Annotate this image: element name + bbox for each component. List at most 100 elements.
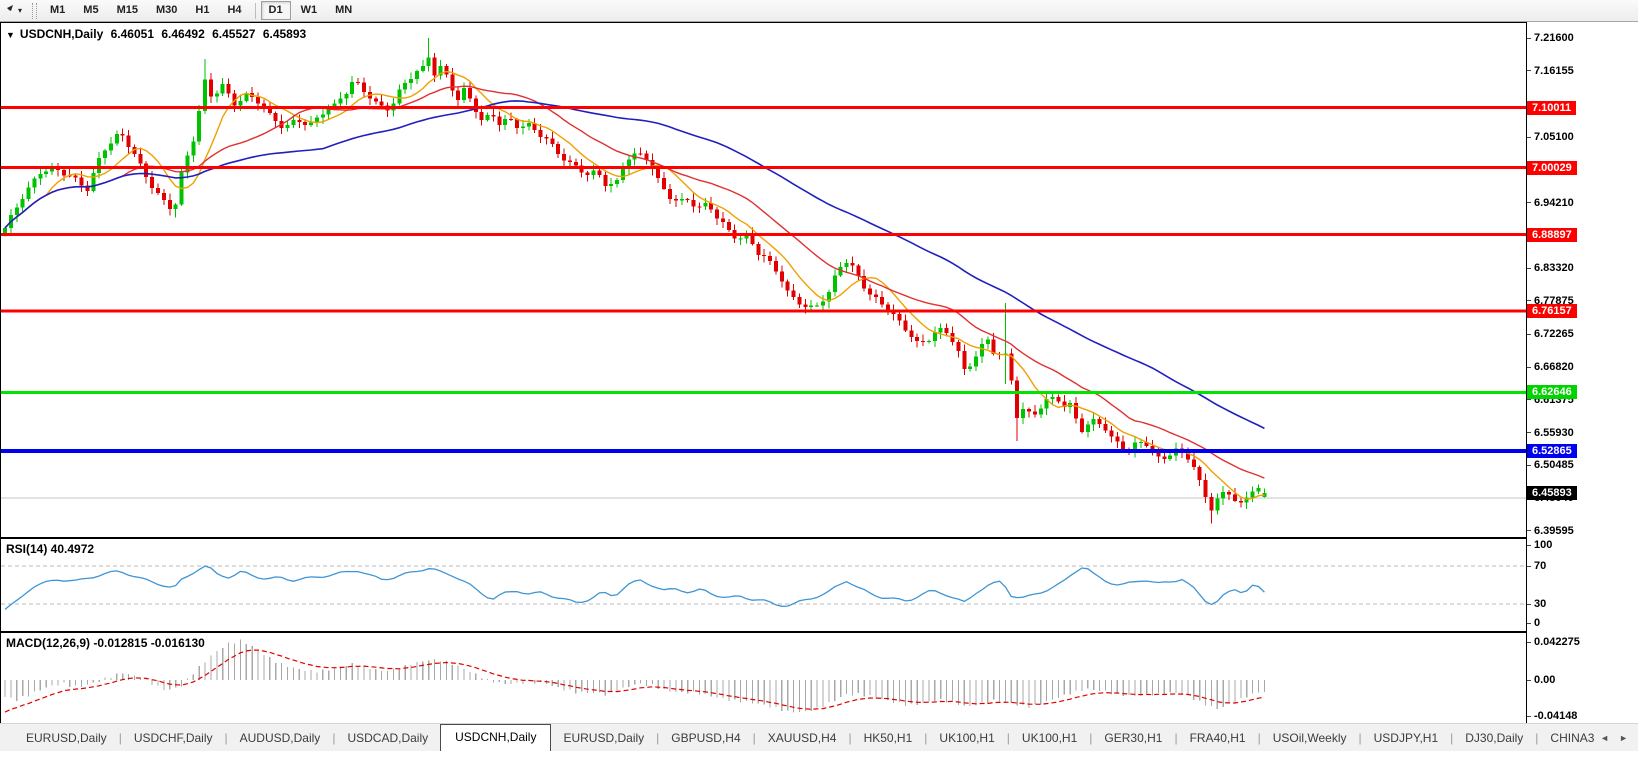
chart-tab-usdjpy-h1[interactable]: USDJPY,H1 — [1362, 726, 1450, 750]
timeframe-button-h4[interactable]: H4 — [219, 1, 249, 20]
rsi-tick: 30 — [1527, 597, 1546, 611]
tab-scroll-arrows: ◄ ► — [1594, 724, 1634, 751]
chart-tab-uk100-h1[interactable]: UK100,H1 — [927, 726, 1006, 750]
ohlc-open: 6.46051 — [110, 27, 155, 41]
price-tick-label: 6.50485 — [1534, 459, 1574, 472]
price-tick-label: 7.05100 — [1534, 131, 1574, 144]
timeframe-button-m15[interactable]: M15 — [109, 1, 146, 20]
chart-tab-xauusd-h4[interactable]: XAUUSD,H4 — [756, 726, 849, 750]
price-tick: 7.05100 — [1527, 130, 1574, 144]
tick-dash — [1527, 603, 1531, 605]
tick-dash — [1527, 622, 1531, 624]
tick-dash — [1527, 679, 1531, 681]
timeframe-button-h1[interactable]: H1 — [187, 1, 217, 20]
chart-tab-eurusd-daily[interactable]: EURUSD,Daily — [14, 726, 119, 750]
chart-tab-eurusd-daily[interactable]: EURUSD,Daily — [551, 726, 656, 750]
chart-tab-audusd-daily[interactable]: AUDUSD,Daily — [228, 726, 333, 750]
price-line-badge: 6.88897 — [1527, 227, 1577, 242]
trading-terminal-window: ▾ M1 M5 M15 M30 H1 H4 D1 W1 MN ▼ USDCNH,Daily 6.4… — [0, 0, 1638, 773]
price-tick-label: 6.94210 — [1534, 196, 1574, 209]
tick-dash — [1527, 715, 1531, 717]
tick-dash — [1527, 136, 1531, 138]
chart-tab-usdcad-daily[interactable]: USDCAD,Daily — [335, 726, 440, 750]
rsi-tick-label: 100 — [1534, 539, 1553, 551]
price-tick-label: 7.21600 — [1534, 32, 1574, 44]
rsi-tick-label: 0 — [1534, 617, 1541, 629]
tick-dash — [1527, 300, 1531, 302]
rsi-indicator-label: RSI(14) 40.4972 — [6, 542, 95, 556]
price-tick: 6.72265 — [1527, 327, 1574, 341]
chart-tab-usoil-weekly[interactable]: USOil,Weekly — [1261, 726, 1359, 750]
toolbar-divider — [254, 2, 256, 19]
chart-tab-usdchf-daily[interactable]: USDCHF,Daily — [122, 726, 225, 750]
rsi-tick: 0 — [1527, 616, 1540, 630]
timeframe-button-m30[interactable]: M30 — [148, 1, 185, 20]
tick-dash — [1527, 464, 1531, 466]
macd-chart-canvas[interactable] — [0, 632, 1527, 726]
toolbar-grip — [32, 2, 38, 19]
price-tick: 6.39595 — [1527, 524, 1574, 538]
tick-dash — [1527, 530, 1531, 532]
price-tick: 6.66820 — [1527, 360, 1574, 374]
rsi-tick-label: 30 — [1534, 598, 1547, 610]
price-line-badge: 6.52865 — [1527, 444, 1577, 459]
rsi-tick: 70 — [1527, 559, 1546, 573]
price-tick: 6.83320 — [1527, 261, 1574, 275]
rsi-tick-label: 70 — [1534, 560, 1547, 572]
macd-tick-label: 0.00 — [1534, 674, 1556, 686]
tick-dash — [1527, 641, 1531, 643]
scroll-right-icon[interactable]: ► — [1619, 733, 1628, 743]
macd-tick: -0.04148 — [1527, 709, 1577, 723]
timeframe-button-mn[interactable]: MN — [327, 1, 360, 20]
price-line-badge: 7.10011 — [1527, 100, 1577, 115]
chart-tab-hk50-h1[interactable]: HK50,H1 — [852, 726, 925, 750]
chart-tab-gbpusd-h4[interactable]: GBPUSD,H4 — [659, 726, 752, 750]
chart-tab-bar: EURUSD,Daily | USDCHF,Daily | AUDUSD,Daily | U… — [0, 723, 1638, 751]
price-tick: 6.50485 — [1527, 458, 1574, 472]
chart-tab-fra40-h1[interactable]: FRA40,H1 — [1178, 726, 1258, 750]
chart-symbol-label: USDCNH,Daily — [19, 27, 104, 41]
tick-dash — [1527, 37, 1531, 39]
chart-tab-dj30-daily[interactable]: DJ30,Daily — [1453, 726, 1535, 750]
chart-tab-uk100-h1[interactable]: UK100,H1 — [1010, 726, 1089, 750]
price-tick-label: 6.83320 — [1534, 262, 1574, 275]
tick-dash — [1527, 544, 1531, 546]
price-tick: 7.21600 — [1527, 31, 1574, 45]
price-chart-canvas[interactable] — [0, 22, 1527, 538]
price-axis: 7.21600 7.16155 7.05100 6.94210 6.83320 6.778… — [1527, 22, 1638, 726]
price-line-badge: 6.76157 — [1527, 304, 1577, 319]
tick-dash — [1527, 432, 1531, 434]
tick-dash — [1527, 267, 1531, 269]
timeframe-buttons: M1 M5 M15 M30 H1 H4 D1 W1 MN — [41, 0, 361, 21]
tick-dash — [1527, 565, 1531, 567]
timeframe-toolbar: ▾ M1 M5 M15 M30 H1 H4 D1 W1 MN — [0, 0, 1638, 22]
ohlc-close: 6.45893 — [262, 27, 307, 41]
macd-tick-label: -0.04148 — [1534, 710, 1578, 722]
price-line-badge: 7.00029 — [1527, 160, 1577, 175]
ohlc-high: 6.46492 — [161, 27, 205, 41]
tick-dash — [1527, 333, 1531, 335]
chart-title: ▼ USDCNH,Daily 6.46051 6.46492 6.45527 6.… — [6, 27, 310, 41]
rsi-chart-canvas[interactable] — [0, 538, 1527, 632]
chart-tab-ger30-h1[interactable]: GER30,H1 — [1092, 726, 1174, 750]
pointer-icon — [3, 5, 13, 16]
chevron-down-icon: ▾ — [18, 5, 23, 15]
timeframe-button-w1[interactable]: W1 — [293, 1, 326, 20]
price-tick: 7.16155 — [1527, 64, 1574, 78]
timeframe-button-m1[interactable]: M1 — [42, 1, 73, 20]
macd-tick-label: 0.042275 — [1534, 636, 1580, 648]
timeframe-button-d1[interactable]: D1 — [260, 0, 291, 21]
price-tick-label: 6.66820 — [1534, 361, 1574, 374]
scroll-left-icon[interactable]: ◄ — [1600, 733, 1609, 743]
tick-dash — [1527, 70, 1531, 72]
chart-pointer-tool-icon[interactable]: ▾ — [0, 0, 28, 21]
timeframe-button-m5[interactable]: M5 — [75, 1, 106, 20]
price-line-badge: 6.62646 — [1527, 385, 1577, 400]
tick-dash — [1527, 366, 1531, 368]
tick-dash — [1527, 399, 1531, 401]
price-tick-label: 6.55930 — [1534, 426, 1574, 439]
tick-dash — [1527, 202, 1531, 204]
chart-tab-usdcnh-daily[interactable]: USDCNH,Daily — [440, 724, 552, 751]
macd-indicator-label: MACD(12,26,9) -0.012815 -0.016130 — [6, 636, 205, 650]
chart-window: ▼ USDCNH,Daily 6.46051 6.46492 6.45527 6.… — [0, 22, 1638, 745]
